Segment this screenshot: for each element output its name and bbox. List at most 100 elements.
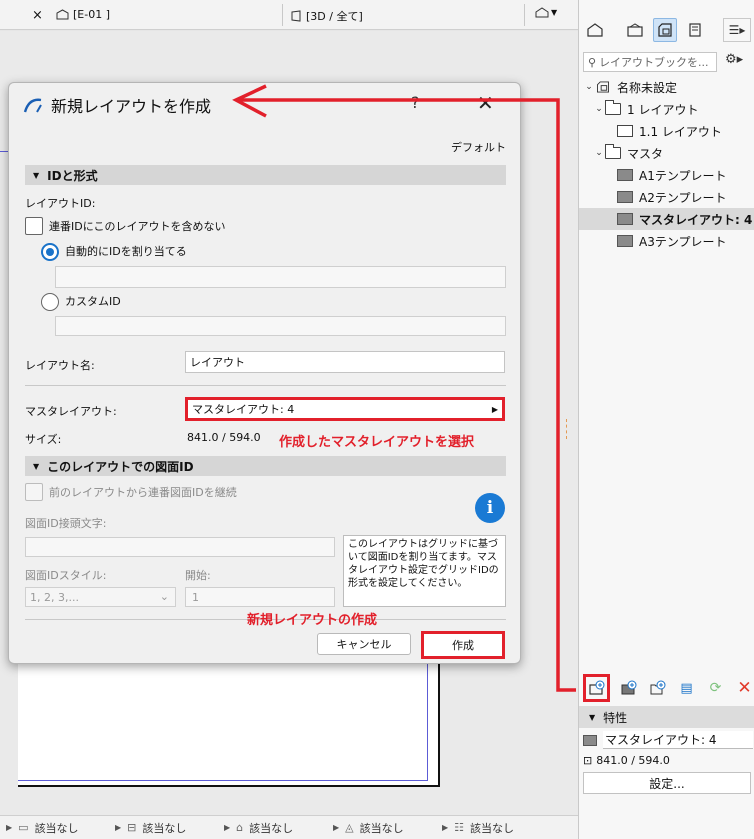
publisher-sets-button[interactable] <box>683 18 707 42</box>
properties-master-value[interactable]: マスタレイアウト: 4 <box>603 731 753 749</box>
chevron-down-icon: ⌄ <box>595 148 603 158</box>
section-id-format[interactable]: ▼ IDと形式 <box>25 165 506 185</box>
tree-item-a1-template[interactable]: A1テンプレート <box>579 164 754 186</box>
tree-item-layout-1-1[interactable]: 1.1 レイアウト <box>579 120 754 142</box>
tree-item-master-layout-4[interactable]: マスタレイアウト: 4 <box>579 208 754 230</box>
navigator-search-input[interactable]: ⚲ レイアウトブックを... <box>583 52 717 72</box>
tree-item-root[interactable]: ⌄ 名称未設定 <box>579 76 754 98</box>
master-layout-icon <box>617 235 633 247</box>
size-icon: ⊡ <box>583 753 593 767</box>
help-button[interactable]: ? <box>411 93 420 112</box>
cancel-button[interactable]: キャンセル <box>317 633 411 655</box>
layer-icon: ▭ <box>18 821 29 834</box>
chevron-down-icon: ⌄ <box>585 82 593 92</box>
tab-floor-plan[interactable]: [E-01 ] <box>56 8 110 21</box>
custom-id-field <box>55 316 506 336</box>
tree-item-label: A1テンプレート <box>639 168 727 183</box>
size-label: サイズ: <box>25 433 62 446</box>
delete-button[interactable]: ✕ <box>734 677 754 699</box>
divider <box>25 385 506 386</box>
start-input[interactable]: 1 <box>185 587 335 607</box>
search-placeholder: レイアウトブックを... <box>599 56 709 69</box>
master-layout-icon <box>617 169 633 181</box>
new-master-button[interactable] <box>618 677 639 699</box>
annotation-select-master: 作成したマスタレイアウトを選択 <box>279 435 475 450</box>
close-icon[interactable]: ✕ <box>477 91 494 115</box>
status-label: 該当なし <box>34 821 79 835</box>
annotation-create-layout: 新規レイアウトの作成 <box>247 613 378 628</box>
layout-icon <box>617 125 633 137</box>
info-icon: i <box>475 493 505 523</box>
properties-button[interactable]: ▤ <box>676 677 697 699</box>
status-item-renovation[interactable]: ▶ ☷ 該当なし <box>436 820 545 836</box>
status-label: 該当なし <box>359 821 404 835</box>
layout-name-input[interactable]: レイアウト <box>185 351 505 373</box>
exclude-id-checkbox[interactable] <box>25 217 43 235</box>
layout-book-button[interactable] <box>653 18 677 42</box>
custom-id-label: カスタムID <box>65 295 121 308</box>
tree-item-master-folder[interactable]: ⌄ マスタ <box>579 142 754 164</box>
publisher-icon <box>689 23 701 37</box>
new-master-icon <box>621 680 636 695</box>
status-label: 該当なし <box>249 821 294 835</box>
drawing-id-style-select[interactable]: 1, 2, 3,... ⌄ <box>25 587 176 607</box>
continue-drawing-id-label: 前のレイアウトから連番図面IDを継続 <box>49 486 237 499</box>
house-icon <box>535 7 549 18</box>
section-drawing-id[interactable]: ▼ このレイアウトでの図面ID <box>25 456 506 476</box>
master-layout-select[interactable]: マスタレイアウト: 4 ▶ <box>185 397 505 421</box>
tree-item-a3-template[interactable]: A3テンプレート <box>579 230 754 252</box>
exclude-id-label: 連番IDにこのレイアウトを含めない <box>49 220 226 233</box>
properties-title: 特性 <box>603 710 628 725</box>
tab-bar: × [E-01 ] [3D / 全て] ▼ <box>0 0 578 30</box>
tab-3d-label: [3D / 全て] <box>306 10 363 23</box>
properties-icon: ▤ <box>680 680 693 696</box>
master-layout-icon <box>583 734 597 746</box>
prefix-label: 図面ID接頭文字: <box>25 517 107 530</box>
tab-list-button[interactable]: ▼ <box>535 7 557 18</box>
start-label: 開始: <box>185 569 211 582</box>
prefix-input[interactable] <box>25 537 335 557</box>
new-layout-dialog: 新規レイアウトを作成 ? ✕ デフォルト ▼ IDと形式 レイアウトID: 連番… <box>8 82 521 664</box>
tab-divider <box>282 4 283 26</box>
delete-icon: ✕ <box>737 678 752 698</box>
custom-id-radio[interactable] <box>41 293 59 311</box>
tree-item-label: A3テンプレート <box>639 234 727 249</box>
settings-button[interactable]: 設定... <box>583 772 751 794</box>
auto-id-label: 自動的にIDを割り当てる <box>65 245 187 258</box>
status-item-scale[interactable]: ▶ ⊟ 該当なし <box>109 820 218 836</box>
scale-icon: ⊟ <box>127 821 137 834</box>
navigator-options-button[interactable]: ⚙▸ <box>725 52 743 67</box>
new-folder-button[interactable] <box>647 677 668 699</box>
menu-icon: ☰▸ <box>728 23 746 37</box>
continue-drawing-id-checkbox[interactable] <box>25 483 43 501</box>
tree-item-a2-template[interactable]: A2テンプレート <box>579 186 754 208</box>
chevron-down-icon: ▼ <box>551 8 558 17</box>
tab-3d[interactable]: [3D / 全て] <box>290 8 363 24</box>
tree-item-label: マスタ <box>627 146 664 161</box>
menu-button[interactable]: ☰▸ <box>723 18 751 42</box>
pen-icon: ⌂ <box>236 821 244 834</box>
tree-item-label: マスタレイアウト: 4 <box>639 212 753 227</box>
status-item-layer[interactable]: ▶ ▭ 該当なし <box>0 820 109 836</box>
properties-header[interactable]: ▼ 特性 <box>579 706 754 728</box>
default-button[interactable]: デフォルト <box>451 139 506 155</box>
properties-size-value: 841.0 / 594.0 <box>596 753 670 767</box>
tab-floor-plan-label: [E-01 ] <box>73 8 110 21</box>
chevron-down-icon: ▼ <box>589 712 596 722</box>
project-map-button[interactable] <box>583 18 607 42</box>
create-button[interactable]: 作成 <box>421 631 505 659</box>
status-label: 該当なし <box>470 821 515 835</box>
status-item-model[interactable]: ▶ ◬ 該当なし <box>327 820 436 836</box>
view-map-button[interactable] <box>623 18 647 42</box>
auto-id-radio[interactable] <box>41 243 59 261</box>
splitter-handle[interactable] <box>566 419 567 439</box>
new-layout-button[interactable] <box>583 674 610 702</box>
grid-id-note: このレイアウトはグリッドに基づいて図面IDを割り当てます。マスタレイアウト設定で… <box>343 535 506 607</box>
master-layout-icon <box>617 213 633 225</box>
close-tab-button[interactable]: × <box>32 8 43 23</box>
refresh-icon: ⟳ <box>709 680 722 696</box>
status-item-pen[interactable]: ▶ ⌂ 該当なし <box>218 820 327 836</box>
master-layout-value: マスタレイアウト: 4 <box>192 403 295 416</box>
update-button[interactable]: ⟳ <box>705 677 726 699</box>
tree-item-folder-1[interactable]: ⌄ 1 レイアウト <box>579 98 754 120</box>
